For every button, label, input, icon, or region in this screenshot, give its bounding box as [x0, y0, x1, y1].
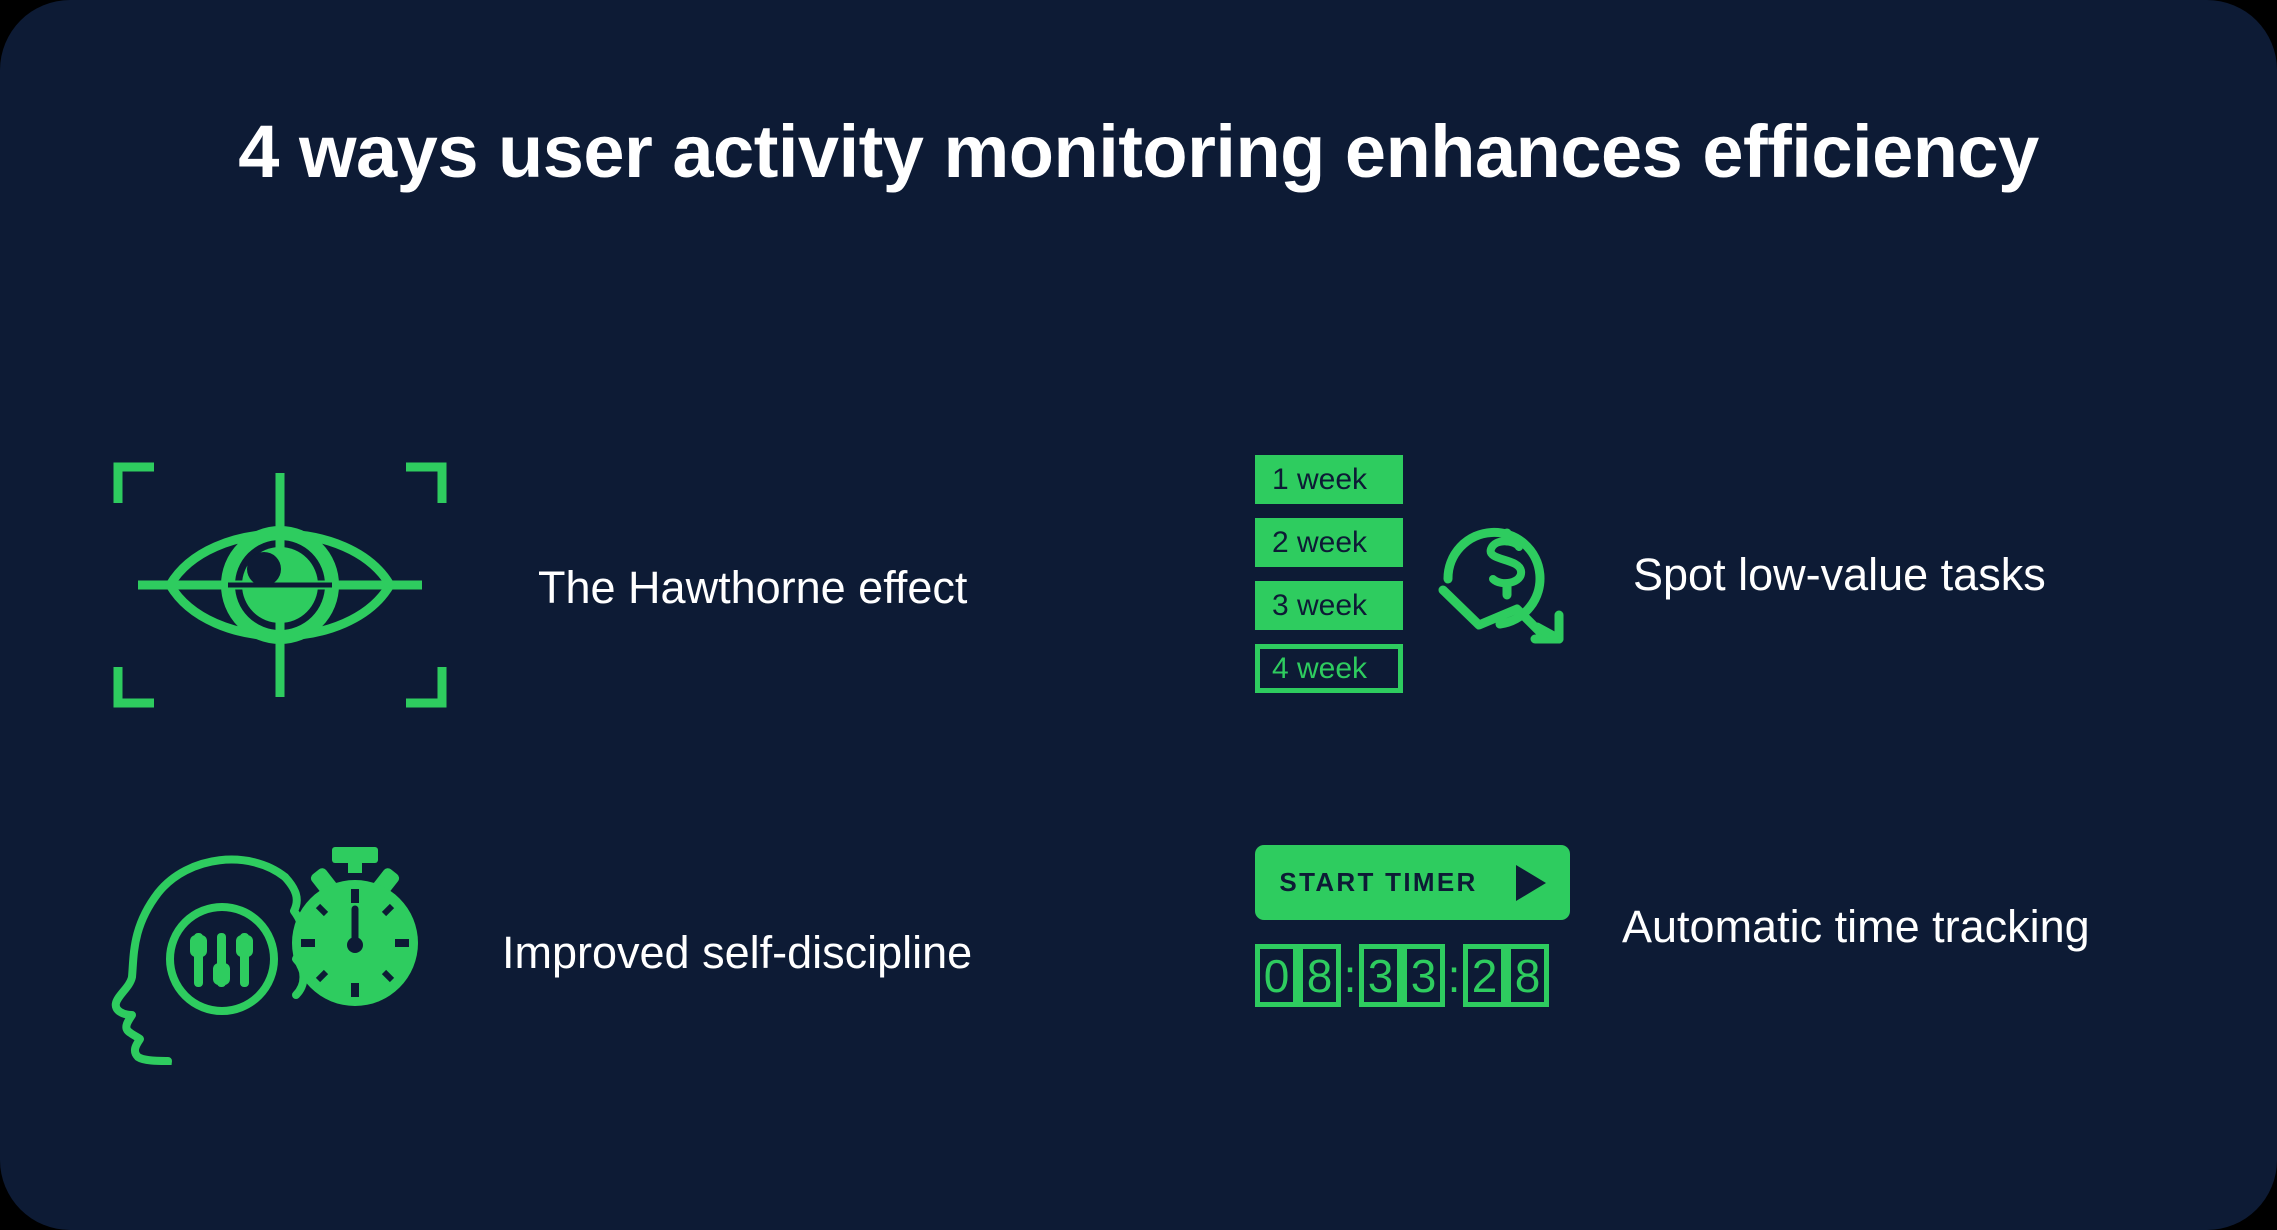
timer-separator: :	[1447, 949, 1461, 1002]
feature-item-time-tracking: START TIMER 0 8 : 3 3 : 2 8 Automatic ti…	[1255, 845, 2090, 1007]
feature-item-self-discipline: Improved self-discipline	[110, 835, 973, 1095]
money-decline-icon: 1 week 2 week 3 week 4 week	[1255, 455, 1581, 693]
timer-display: 0 8 : 3 3 : 2 8	[1255, 944, 1570, 1007]
timer-digit: 3	[1402, 944, 1445, 1007]
feature-label-self-discipline: Improved self-discipline	[502, 927, 973, 978]
feature-label-time-tracking: Automatic time tracking	[1622, 900, 2090, 952]
feature-item-hawthorne: The Hawthorne effect	[110, 455, 967, 720]
eye-target-icon	[110, 455, 450, 720]
feature-label-low-value-tasks: Spot low-value tasks	[1633, 548, 2046, 600]
week-bar-list: 1 week 2 week 3 week 4 week	[1255, 455, 1403, 693]
page-title: 4 ways user activity monitoring enhances…	[238, 110, 2039, 193]
timer-digit: 3	[1359, 944, 1402, 1007]
timer-digit: 8	[1506, 944, 1549, 1007]
start-timer-label: START TIMER	[1279, 867, 1478, 897]
week-bar: 3 week	[1255, 581, 1403, 630]
infographic-card: 4 ways user activity monitoring enhances…	[0, 0, 2277, 1230]
play-icon	[1515, 864, 1546, 901]
timer-digit: 0	[1255, 944, 1298, 1007]
timer-digit: 2	[1463, 944, 1506, 1007]
head-stopwatch-icon	[110, 835, 450, 1095]
feature-label-hawthorne: The Hawthorne effect	[538, 562, 968, 613]
feature-item-low-value-tasks: 1 week 2 week 3 week 4 week Spot low-val…	[1255, 455, 2046, 693]
start-timer-button[interactable]: START TIMER	[1255, 845, 1570, 920]
timer-digit: 8	[1298, 944, 1341, 1007]
timer-separator: :	[1343, 949, 1357, 1002]
timer-icon: START TIMER 0 8 : 3 3 : 2 8	[1255, 845, 1570, 1007]
week-bar-highlighted: 4 week	[1255, 644, 1403, 693]
dollar-decline-arrow-icon	[1431, 497, 1581, 652]
week-bar: 2 week	[1255, 518, 1403, 567]
week-bar: 1 week	[1255, 455, 1403, 504]
